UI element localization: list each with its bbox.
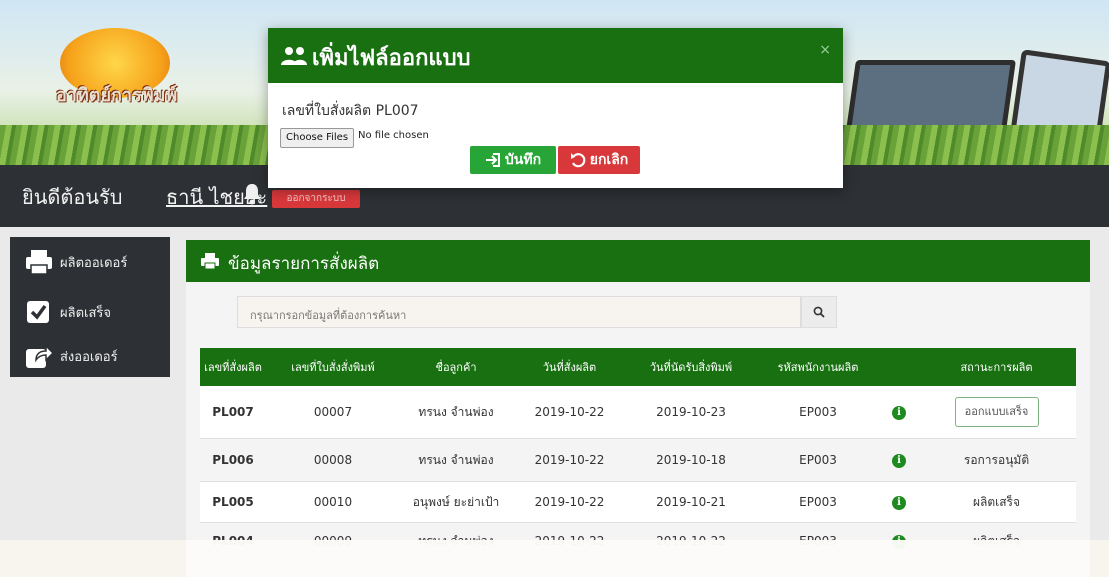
cancel-button-label: ยกเลิก <box>589 152 629 168</box>
save-button-label: บันทึก <box>504 152 542 168</box>
column-header: สถานะการผลิต <box>960 361 1033 374</box>
panel-header: ข้อมูลรายการสั่งผลิต <box>186 240 1090 282</box>
cell-order-date: 2019-10-22 <box>534 405 605 419</box>
table-header: เลขที่สั่งผลิต เลขที่ใบสั่งสั่งพิมพ์ ชื่… <box>200 348 1076 386</box>
search-input[interactable]: กรุณากรอกข้อมูลที่ต้องการค้นหา <box>237 296 801 328</box>
sign-in-icon <box>485 153 500 167</box>
sidebar: ผลิตออเดอร์ ผลิตเสร็จ ส่งออเดอร์ <box>10 237 170 377</box>
share-icon <box>26 344 54 368</box>
cell-print-order: 00008 <box>313 453 353 467</box>
cell-pickup-date: 2019-10-18 <box>656 453 726 467</box>
search-icon <box>813 306 825 318</box>
cell-pickup-date: 2019-10-21 <box>656 495 726 509</box>
sidebar-item-label: ส่งออเดอร์ <box>60 349 118 365</box>
page: อาทิตย์การพิมพ์ ยินดีต้อนรับ ธานี ไชยยะ … <box>0 0 1109 577</box>
column-header: รหัสพนักงานผลิต <box>777 361 859 374</box>
cell-print-order: 00007 <box>313 405 353 419</box>
users-icon <box>281 47 307 65</box>
upload-design-modal: เพิ่มไฟล์ออกแบบ × เลขที่ใบสั่งผลิต PL007… <box>268 28 843 188</box>
sidebar-item-produce-order[interactable]: ผลิตออเดอร์ <box>24 247 127 277</box>
undo-icon <box>570 153 586 168</box>
logout-button[interactable]: ออกจากระบบ <box>272 190 360 208</box>
cell-status: ผลิตเสร็จ <box>972 494 1021 509</box>
logo-text: อาทิตย์การพิมพ์ <box>56 85 178 106</box>
cell-order-id: PL006 <box>212 453 254 467</box>
cell-status: ออกแบบเสร็จ <box>917 397 1076 427</box>
checkbox-icon <box>27 301 49 323</box>
modal-title: เพิ่มไฟล์ออกแบบ <box>312 46 471 71</box>
column-header: ชื่อลูกค้า <box>435 361 477 374</box>
table-row: PL007 00007 ทรนง จำนพ่อง 2019-10-22 2019… <box>200 386 1076 439</box>
sidebar-item-label: ผลิตเสร็จ <box>60 305 112 321</box>
sidebar-item-label: ผลิตออเดอร์ <box>60 255 128 271</box>
panel-title: ข้อมูลรายการสั่งผลิต <box>228 254 380 274</box>
cell-pickup-date: 2019-10-23 <box>656 405 726 419</box>
close-icon[interactable]: × <box>819 42 831 58</box>
cell-customer: ทรนง จำนพ่อง <box>418 404 494 419</box>
bottom-overlay-panel <box>186 540 1090 577</box>
welcome-greeting: ยินดีต้อนรับ <box>22 185 123 209</box>
cell-order-date: 2019-10-22 <box>534 495 605 509</box>
cell-status: รอการอนุมัติ <box>963 452 1030 467</box>
printer-icon <box>201 253 219 270</box>
cell-order-id: PL005 <box>212 495 254 509</box>
cell-order-date: 2019-10-22 <box>534 453 605 467</box>
column-header: วันที่นัดรับสิ่งพิมพ์ <box>649 361 733 374</box>
modal-header: เพิ่มไฟล์ออกแบบ × <box>268 28 843 83</box>
cancel-button[interactable]: ยกเลิก <box>558 146 640 174</box>
cell-employee: EP003 <box>799 453 837 467</box>
info-icon[interactable]: i <box>881 494 917 510</box>
status-design-done-button[interactable]: ออกแบบเสร็จ <box>954 397 1039 427</box>
order-number-label: เลขที่ใบสั่งผลิต PL007 <box>282 103 419 119</box>
bell-icon[interactable] <box>242 183 262 205</box>
column-header: เลขที่ใบสั่งสั่งพิมพ์ <box>291 361 375 374</box>
cell-order-id: PL007 <box>212 405 254 419</box>
printer-icon <box>26 250 52 275</box>
sidebar-item-completed[interactable]: ผลิตเสร็จ <box>24 297 111 327</box>
bottom-overlay <box>0 540 1109 577</box>
cell-customer: อนุพงษ์ ยะย่าเป้า <box>412 494 500 509</box>
choose-files-button[interactable]: Choose Files <box>280 128 355 148</box>
orders-table: เลขที่สั่งผลิต เลขที่ใบสั่งสั่งพิมพ์ ชื่… <box>200 348 1076 560</box>
search-button[interactable] <box>801 296 837 328</box>
cell-print-order: 00010 <box>313 495 353 509</box>
column-header: วันที่สั่งผลิต <box>542 361 597 374</box>
column-header: เลขที่สั่งผลิต <box>204 361 262 374</box>
table-row: PL005 00010 อนุพงษ์ ยะย่าเป้า 2019-10-22… <box>200 482 1076 523</box>
info-icon[interactable]: i <box>881 452 917 468</box>
cell-customer: ทรนง จำนพ่อง <box>418 452 494 467</box>
cell-employee: EP003 <box>799 495 837 509</box>
cell-employee: EP003 <box>799 405 837 419</box>
save-button[interactable]: บันทึก <box>470 146 556 174</box>
sidebar-item-ship-order[interactable]: ส่งออเดอร์ <box>24 341 118 371</box>
file-status-text: No file chosen <box>358 130 429 141</box>
info-icon[interactable]: i <box>881 404 917 420</box>
table-row: PL006 00008 ทรนง จำนพ่อง 2019-10-22 2019… <box>200 439 1076 482</box>
